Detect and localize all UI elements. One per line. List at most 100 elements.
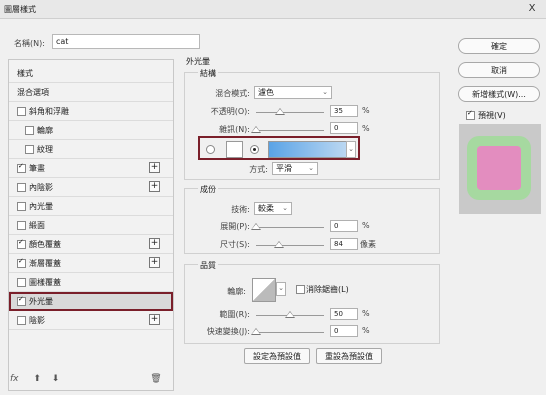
add-icon[interactable]: +: [149, 257, 160, 268]
noise-input[interactable]: 0: [330, 122, 358, 134]
style-checkbox[interactable]: [17, 238, 26, 249]
close-icon[interactable]: X: [522, 0, 542, 18]
style-list-item[interactable]: 內光暈: [9, 197, 173, 216]
jitter-label: 快速變換(J):: [206, 327, 250, 336]
style-label: 筆畫: [29, 164, 45, 173]
style-preview: [459, 124, 541, 214]
size-label: 尺寸(S):: [219, 240, 250, 249]
style-list-item[interactable]: 混合選項: [9, 83, 173, 102]
style-list-item[interactable]: 樣式: [9, 64, 173, 83]
name-field[interactable]: cat: [52, 34, 200, 49]
jitter-slider-thumb[interactable]: [251, 328, 261, 335]
opacity-slider-thumb[interactable]: [274, 108, 285, 115]
antialias-label: 消除鋸齒(L): [306, 285, 349, 294]
style-label: 內光暈: [29, 202, 53, 211]
range-unit: %: [362, 309, 370, 318]
solid-color-swatch[interactable]: [226, 141, 243, 158]
spread-input[interactable]: 0: [330, 220, 358, 232]
preview-label: 預視(V): [478, 111, 506, 120]
style-list-item[interactable]: 紋理: [9, 140, 173, 159]
contour-label: 輪廓:: [227, 287, 246, 296]
style-list-item[interactable]: 圖樣覆蓋: [9, 273, 173, 292]
jitter-unit: %: [362, 326, 370, 335]
preview-checkbox[interactable]: [466, 109, 475, 120]
noise-slider-thumb[interactable]: [251, 126, 261, 133]
method-select[interactable]: 平滑 ⌄: [272, 162, 318, 175]
blend-mode-value: 濾色: [258, 88, 274, 97]
style-checkbox[interactable]: [17, 162, 26, 173]
noise-unit: %: [362, 124, 370, 133]
move-down-icon[interactable]: ⬇: [52, 374, 60, 384]
spread-slider-thumb[interactable]: [251, 223, 261, 230]
style-list-item[interactable]: 內陰影 +: [9, 178, 173, 197]
range-slider-thumb[interactable]: [285, 311, 295, 318]
style-label: 漸層覆蓋: [29, 259, 61, 268]
new-style-button[interactable]: 新增樣式(W)...: [458, 86, 540, 102]
cancel-button[interactable]: 取消: [458, 62, 540, 78]
style-label: 陰影: [29, 316, 45, 325]
trash-icon[interactable]: 🗑: [150, 374, 161, 384]
spread-unit: %: [362, 221, 370, 230]
noise-label: 雜訊(N):: [219, 125, 250, 134]
elements-title: 成份: [198, 184, 218, 195]
move-up-icon[interactable]: ⬆: [33, 374, 41, 384]
style-list-item[interactable]: 筆畫 +: [9, 159, 173, 178]
style-checkbox[interactable]: [25, 145, 34, 154]
add-icon[interactable]: +: [149, 238, 160, 249]
style-checkbox[interactable]: [17, 221, 26, 230]
technique-select[interactable]: 較柔 ⌄: [254, 202, 292, 215]
chevron-down-icon: ⌄: [308, 164, 314, 172]
blend-mode-label: 混合模式:: [215, 89, 250, 98]
style-list-item[interactable]: 陰影 +: [9, 311, 173, 330]
gradient-radio[interactable]: [250, 145, 259, 154]
add-icon[interactable]: +: [149, 314, 160, 325]
style-checkbox[interactable]: [17, 107, 26, 116]
style-label: 混合選項: [17, 88, 49, 97]
style-label: 輪廓: [37, 126, 53, 135]
range-label: 範圍(R):: [219, 310, 251, 319]
size-slider[interactable]: [256, 245, 324, 246]
window-title: 圖層樣式: [4, 5, 36, 14]
blend-mode-select[interactable]: 濾色 ⌄: [254, 86, 332, 99]
style-checkbox[interactable]: [17, 202, 26, 211]
reset-default-button[interactable]: 重設為預設值: [316, 348, 382, 364]
style-checkbox[interactable]: [17, 183, 26, 192]
size-slider-thumb[interactable]: [274, 241, 285, 248]
style-list-item[interactable]: 外光暈: [9, 292, 173, 311]
spread-label: 展開(P):: [220, 222, 250, 231]
opacity-input[interactable]: 35: [330, 105, 358, 117]
solid-color-radio[interactable]: [206, 145, 215, 154]
fx-icon[interactable]: fx: [10, 374, 19, 384]
make-default-button[interactable]: 設定為預設值: [244, 348, 310, 364]
opacity-slider[interactable]: [256, 112, 324, 113]
style-checkbox[interactable]: [17, 316, 26, 325]
range-input[interactable]: 50: [330, 308, 358, 320]
style-checkbox[interactable]: [25, 126, 34, 135]
antialias-checkbox[interactable]: [296, 285, 305, 294]
style-list-item[interactable]: 斜角和浮雕: [9, 102, 173, 121]
add-icon[interactable]: +: [149, 162, 160, 173]
jitter-input[interactable]: 0: [330, 325, 358, 337]
chevron-down-icon: ⌄: [282, 204, 288, 212]
gradient-dropdown[interactable]: ⌄: [346, 141, 356, 158]
spread-slider[interactable]: [256, 227, 324, 228]
style-list-item[interactable]: 緞面: [9, 216, 173, 235]
size-input[interactable]: 84: [330, 238, 358, 250]
contour-dropdown[interactable]: ⌄: [276, 282, 286, 296]
preview-fill: [477, 146, 521, 190]
style-checkbox[interactable]: [17, 278, 26, 287]
noise-slider[interactable]: [256, 130, 324, 131]
ok-button[interactable]: 確定: [458, 38, 540, 54]
style-list-item[interactable]: 輪廓: [9, 121, 173, 140]
style-label: 內陰影: [29, 183, 53, 192]
style-checkbox[interactable]: [17, 295, 26, 306]
jitter-slider[interactable]: [256, 332, 324, 333]
add-icon[interactable]: +: [149, 181, 160, 192]
style-checkbox[interactable]: [17, 257, 26, 268]
style-list-item[interactable]: 漸層覆蓋 +: [9, 254, 173, 273]
style-list-item[interactable]: 顏色覆蓋 +: [9, 235, 173, 254]
contour-preview[interactable]: [252, 278, 276, 302]
style-label: 外光暈: [29, 297, 53, 306]
gradient-swatch[interactable]: [268, 141, 348, 158]
quality-title: 品質: [198, 260, 218, 271]
